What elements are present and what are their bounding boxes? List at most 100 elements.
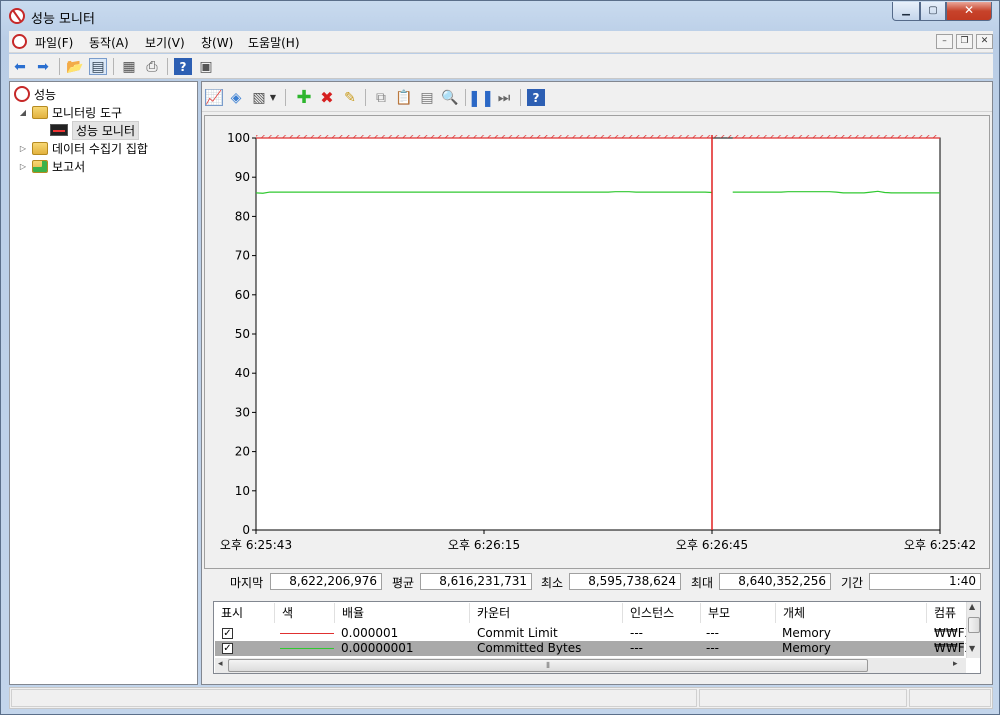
tree-node-performance[interactable]: 성능 [14, 85, 56, 103]
update-data-icon[interactable]: ⏭ [495, 89, 513, 106]
close-button[interactable]: ✕ [946, 2, 992, 21]
maximum-value: 8,640,352,256 [719, 573, 831, 590]
y-tick-label: 10 [235, 484, 250, 498]
child-close-button[interactable]: ✕ [976, 34, 993, 49]
tree-label-monitoring-tools: 모니터링 도구 [52, 105, 123, 120]
show-checkbox[interactable]: ✓ [222, 643, 233, 654]
child-restore-button[interactable]: ❐ [956, 34, 973, 49]
counter-legend-table: 표시 색 배율 카운터 인스턴스 부모 개체 컴퓨 ✓ 0.000001 Com… [213, 601, 981, 674]
y-tick-label: 80 [235, 209, 250, 223]
scroll-up-arrow-icon[interactable]: ▲ [969, 602, 975, 611]
counter-cell: Commit Limit [477, 626, 558, 640]
tree-label-performance-monitor: 성능 모니터 [72, 120, 140, 140]
menu-bar: 파일(F) 동작(A) 보기(V) 창(W) 도움말(H) – ❐ ✕ [9, 31, 993, 53]
zoom-icon[interactable]: 🔍 [441, 89, 459, 106]
graph-toolbar: 📈 ◈ ▧ ▼ ✚ ✖ ✎ ⧉ 📋 ▤ 🔍 ❚❚ ⏭ ? [202, 82, 992, 112]
col-counter[interactable]: 카운터 [470, 603, 623, 623]
col-parent[interactable]: 부모 [701, 603, 776, 623]
horizontal-scrollbar[interactable]: ◂ ⦀ ▸ [215, 658, 966, 673]
tree-node-data-collector-sets[interactable]: ▷ 데이터 수집기 집합 [18, 139, 148, 157]
forward-arrow-icon[interactable]: ➡ [34, 58, 52, 75]
tree-node-performance-monitor[interactable]: 성능 모니터 [50, 120, 140, 140]
status-bar [9, 687, 993, 709]
properties-icon[interactable]: ▤ [418, 89, 436, 106]
title-bar[interactable]: 성능 모니터 ▁ ▢ ✕ [1, 1, 999, 31]
line-graph[interactable]: 0 10 20 30 40 50 60 70 80 90 100 오후 6:25:43 오후 6:26:… [204, 115, 990, 569]
y-tick-label: 0 [242, 523, 250, 537]
expand-arrow-icon[interactable]: ▷ [18, 144, 28, 153]
minimum-label: 최소 [541, 576, 564, 590]
menu-help[interactable]: 도움말(H) [248, 34, 300, 51]
scroll-down-arrow-icon[interactable]: ▼ [969, 644, 975, 653]
help-icon[interactable]: ? [174, 58, 192, 75]
expand-arrow-icon[interactable]: ▷ [18, 162, 28, 171]
paste-counter-list-icon[interactable]: 📋 [395, 89, 413, 106]
vertical-scroll-thumb[interactable] [968, 617, 980, 633]
show-checkbox[interactable]: ✓ [222, 628, 233, 639]
child-minimize-button[interactable]: – [936, 34, 953, 49]
series-color-swatch [280, 633, 334, 634]
col-computer[interactable]: 컴퓨 [927, 603, 967, 623]
perfmon-app-icon [9, 8, 25, 24]
freeze-display-icon[interactable]: ❚❚ [468, 88, 495, 107]
object-cell: Memory [782, 641, 831, 655]
folder-icon [32, 105, 48, 119]
col-color[interactable]: 색 [275, 603, 335, 623]
tree-label-data-collector-sets: 데이터 수집기 집합 [52, 141, 148, 156]
y-tick-label: 70 [235, 249, 250, 263]
col-show[interactable]: 표시 [214, 603, 275, 623]
delete-counter-icon[interactable]: ✖ [318, 88, 336, 107]
menu-view[interactable]: 보기(V) [145, 34, 185, 51]
tree-node-monitoring-tools[interactable]: ◢ 모니터링 도구 [18, 103, 122, 121]
show-action-pane-icon[interactable]: ▣ [197, 58, 215, 75]
help-icon[interactable]: ? [527, 89, 545, 106]
last-value: 8,622,206,976 [270, 573, 382, 590]
add-counter-icon[interactable]: ✚ [295, 87, 313, 108]
view-log-data-icon[interactable]: ◈ [227, 89, 245, 106]
collapse-arrow-icon[interactable]: ◢ [18, 108, 28, 117]
x-tick-label: 오후 6:26:45 [676, 538, 748, 552]
status-segment-3 [909, 689, 991, 707]
print-icon[interactable]: ⎙ [143, 58, 161, 75]
up-folder-icon[interactable]: 📂 [66, 58, 84, 75]
x-tick-label: 오후 6:25:42 [904, 538, 976, 552]
y-tick-label: 20 [235, 445, 250, 459]
change-graph-type-icon[interactable]: ▧ [250, 89, 268, 106]
col-object[interactable]: 개체 [776, 603, 927, 623]
maximum-label: 최대 [691, 576, 714, 590]
monitor-chart-icon [50, 124, 68, 136]
properties-icon[interactable]: ▦ [120, 58, 138, 75]
plot-area [255, 137, 941, 531]
horizontal-scroll-thumb[interactable]: ⦀ [228, 659, 868, 672]
minimize-button[interactable]: ▁ [892, 2, 920, 21]
vertical-scrollbar[interactable]: ▲ ▼ [966, 602, 980, 658]
reports-folder-icon [32, 159, 48, 173]
col-scale[interactable]: 배율 [335, 603, 470, 623]
average-value: 8,616,231,731 [420, 573, 532, 590]
x-tick-label: 오후 6:25:43 [220, 538, 292, 552]
y-tick-label: 50 [235, 327, 250, 341]
y-tick-label: 60 [235, 288, 250, 302]
duration-label: 기간 [841, 576, 864, 590]
statistics-bar: 마지막 8,622,206,976 평균 8,616,231,731 최소 8,… [228, 573, 988, 591]
view-current-activity-icon[interactable]: 📈 [205, 89, 223, 106]
copy-properties-icon[interactable]: ⧉ [372, 89, 390, 106]
highlight-icon[interactable]: ✎ [341, 89, 359, 106]
system-menu-icon[interactable] [12, 34, 27, 49]
table-row[interactable]: ✓ 0.000001 Commit Limit --- --- Memory ₩… [215, 626, 973, 641]
show-hide-console-tree-icon[interactable]: ▤ [89, 58, 107, 75]
tree-label-performance: 성능 [34, 87, 57, 102]
col-instance[interactable]: 인스턴스 [623, 603, 701, 623]
scroll-right-arrow-icon[interactable]: ▸ [953, 659, 958, 669]
maximize-button[interactable]: ▢ [920, 2, 946, 21]
scroll-left-arrow-icon[interactable]: ◂ [218, 659, 223, 669]
scale-cell: 0.000001 [341, 626, 399, 640]
menu-file[interactable]: 파일(F) [35, 34, 73, 51]
console-tree: 성능 ◢ 모니터링 도구 성능 모니터 ▷ 데이터 수집기 집합 ▷ 보고서 [9, 81, 198, 685]
back-arrow-icon[interactable]: ⬅ [11, 58, 29, 75]
menu-action[interactable]: 동작(A) [89, 34, 129, 51]
menu-window[interactable]: 창(W) [201, 34, 233, 51]
tree-node-reports[interactable]: ▷ 보고서 [18, 157, 85, 175]
graph-type-dropdown-icon[interactable]: ▼ [268, 89, 278, 106]
table-row[interactable]: ✓ 0.00000001 Committed Bytes --- --- Mem… [215, 641, 973, 656]
